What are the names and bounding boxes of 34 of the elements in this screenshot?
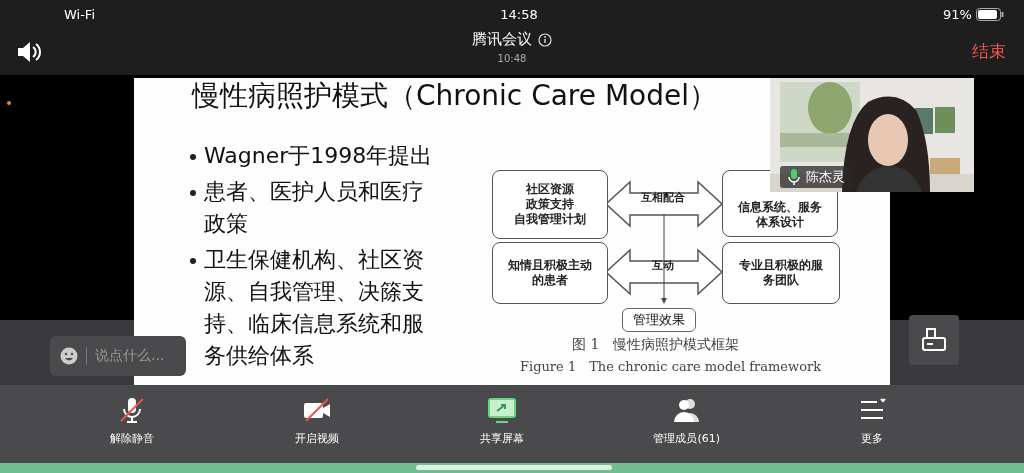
meeting-title: 腾讯会议 <box>472 30 532 49</box>
arrow-label: 互相配合 <box>641 190 685 205</box>
layout-icon <box>921 327 947 353</box>
bullet-icon <box>190 258 196 264</box>
toolbar-button[interactable]: 管理成员(61) <box>626 385 747 463</box>
toolbar-button[interactable]: 解除静音 <box>72 385 193 463</box>
outcome-box: 管理效果 <box>622 308 696 332</box>
diagram-box: 知情且积极主动 的患者 <box>492 242 608 304</box>
toolbar-button[interactable]: 开启视频 <box>257 385 378 463</box>
arrow-label: 互动 <box>652 258 674 273</box>
clock: 14:58 <box>500 6 538 22</box>
speaker-icon[interactable] <box>16 40 42 63</box>
emoji-icon[interactable] <box>60 347 78 365</box>
screen-share-icon <box>487 395 517 425</box>
end-button[interactable]: 结束 <box>970 38 1008 65</box>
bullet-icon <box>190 154 196 160</box>
bullet-text: Wagner于1998年提出 <box>204 142 433 170</box>
indicator-dot <box>7 101 11 105</box>
figure-caption: Figure 1 The chronic care model framework <box>520 358 822 376</box>
info-icon[interactable] <box>538 32 552 47</box>
figure-caption: 图 1 慢性病照护模式框架 <box>572 336 740 354</box>
bullet-text: 患者、医护人员和医疗政策 <box>204 178 425 238</box>
diagram-box: 社区资源 政策支持 自我管理计划 <box>492 170 608 239</box>
bullet-text: 卫生保健机构、社区资源、自我管理、决篨支持、临床信息系统和服务供给体系 <box>204 246 425 370</box>
slide-title: 慢性病照护模式（Chronic Care Model） <box>192 78 717 114</box>
battery-icon <box>976 7 1004 21</box>
meeting-duration: 10:48 <box>497 53 527 64</box>
layout-button[interactable] <box>909 315 959 365</box>
diagram-box: 专业且积极的服 务团队 <box>722 242 840 304</box>
toolbar-button[interactable]: 共享屏幕 <box>442 385 562 463</box>
battery-percent: 91% <box>943 6 972 22</box>
bullet-icon <box>190 190 196 196</box>
toolbar-button[interactable]: 更多 <box>811 385 932 463</box>
network-label: Wi-Fi <box>64 6 95 22</box>
